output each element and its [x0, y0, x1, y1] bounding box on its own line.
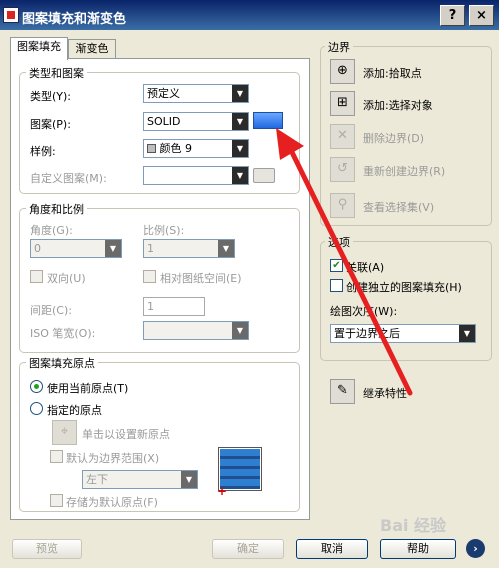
custom-pattern-browse-button[interactable] — [253, 168, 275, 183]
add-select-objects-label: 添加:选择对象 — [363, 99, 433, 112]
chevron-down-icon: ▼ — [232, 167, 248, 184]
cancel-button[interactable]: 取消 — [296, 539, 368, 559]
draw-order-select[interactable]: 置于边界之后 ▼ — [330, 324, 476, 343]
click-set-origin-label: 单击以设置新原点 — [82, 428, 170, 441]
relative-paper-label: 相对图纸空间(E) — [160, 272, 242, 285]
recreate-boundary-icon: ↺ — [337, 161, 348, 176]
chevron-down-icon: ▼ — [232, 322, 248, 339]
default-extent-label: 默认为边界范围(X) — [66, 452, 160, 465]
scale-label: 比例(S): — [143, 224, 185, 237]
angle-scale-label: 角度和比例 — [26, 201, 87, 217]
angle-select[interactable]: 0 ▼ — [30, 239, 122, 258]
options-label: 选项 — [325, 234, 353, 250]
specified-origin-label: 指定的原点 — [47, 404, 102, 417]
remove-boundary-icon: ✕ — [337, 128, 348, 143]
use-current-origin-radio[interactable] — [30, 380, 43, 393]
view-selection-button[interactable]: ⚲ — [330, 193, 355, 218]
specified-origin-radio[interactable] — [30, 402, 43, 415]
pattern-browse-button[interactable] — [253, 112, 283, 129]
tab-gradient[interactable]: 渐变色 — [68, 39, 116, 59]
pattern-label: 图案(P): — [30, 118, 71, 131]
help-title-button[interactable]: ? — [440, 5, 465, 26]
origin-preview: + — [217, 447, 262, 498]
custom-pattern-select[interactable]: ▼ — [143, 166, 249, 185]
type-select[interactable]: 预定义 ▼ — [143, 84, 249, 103]
independent-hatch-checkbox[interactable] — [330, 279, 343, 292]
magnifier-icon: ⚲ — [337, 197, 348, 212]
add-pick-points-label: 添加:拾取点 — [363, 67, 422, 80]
pattern-value: SOLID — [147, 115, 181, 128]
app-icon — [3, 7, 19, 23]
swatch-label: 样例: — [30, 145, 56, 158]
click-set-origin-button[interactable]: ⌖ — [52, 420, 77, 445]
spacing-label: 间距(C): — [30, 304, 72, 317]
title-bar: 图案填充和渐变色 ? × — [0, 0, 499, 30]
chevron-down-icon: ▼ — [232, 113, 248, 130]
swatch-select[interactable]: 颜色 9 ▼ — [143, 139, 249, 158]
ok-button[interactable]: 确定 — [212, 539, 284, 559]
chevron-down-icon: ▼ — [105, 240, 121, 257]
associative-checkbox[interactable]: ✔ — [330, 259, 343, 272]
origin-label: 图案填充原点 — [26, 355, 98, 371]
cursor-icon: ⌖ — [60, 424, 69, 439]
select-objects-icon: ⊞ — [337, 95, 348, 110]
chevron-down-icon: ▼ — [232, 140, 248, 157]
custom-pattern-label: 自定义图案(M): — [30, 172, 107, 185]
boundary-label: 边界 — [325, 39, 353, 55]
pick-point-icon: ⊕ — [337, 63, 348, 78]
draw-order-label: 绘图次序(W): — [330, 305, 398, 318]
close-button[interactable]: × — [469, 5, 494, 26]
tab-hatch[interactable]: 图案填充 — [10, 37, 68, 60]
preview-button[interactable]: 预览 — [12, 539, 82, 559]
angle-label: 角度(G): — [30, 224, 73, 237]
independent-hatch-label: 创建独立的图案填充(H) — [346, 281, 462, 294]
inherit-properties-label: 继承特性 — [363, 387, 407, 400]
color-swatch-icon — [147, 144, 156, 153]
window-title: 图案填充和渐变色 — [22, 12, 127, 27]
origin-marker-icon: + — [217, 484, 228, 498]
double-checkbox[interactable] — [30, 270, 43, 283]
double-label: 双向(U) — [47, 272, 86, 285]
scale-value: 1 — [147, 242, 154, 255]
spacing-input[interactable]: 1 — [143, 297, 205, 316]
store-default-checkbox[interactable] — [50, 494, 63, 507]
type-pattern-label: 类型和图案 — [26, 65, 87, 81]
chevron-down-icon: ▼ — [232, 85, 248, 102]
watermark-text: Bai 经验 — [380, 516, 447, 535]
chevron-down-icon: ▼ — [218, 240, 234, 257]
chevron-down-icon: ▼ — [459, 325, 475, 342]
help-button[interactable]: 帮助 — [380, 539, 456, 559]
pattern-select[interactable]: SOLID ▼ — [143, 112, 249, 131]
associative-label: 关联(A) — [346, 261, 385, 274]
extent-select[interactable]: 左下 ▼ — [82, 470, 198, 489]
chevron-down-icon: ▼ — [181, 471, 197, 488]
type-value: 预定义 — [147, 87, 180, 100]
inherit-properties-button[interactable]: ✎ — [330, 379, 355, 404]
default-extent-checkbox[interactable] — [50, 450, 63, 463]
expand-more-icon[interactable]: › — [466, 539, 485, 558]
recreate-boundary-button[interactable]: ↺ — [330, 157, 355, 182]
use-current-origin-label: 使用当前原点(T) — [47, 382, 129, 395]
remove-boundary-button[interactable]: ✕ — [330, 124, 355, 149]
add-select-objects-button[interactable]: ⊞ — [330, 91, 355, 116]
swatch-value: 颜色 9 — [159, 142, 193, 155]
iso-pen-select[interactable]: ▼ — [143, 321, 249, 340]
brick-pattern-icon — [220, 449, 260, 489]
brush-icon: ✎ — [337, 383, 348, 398]
iso-pen-label: ISO 笔宽(O): — [30, 327, 96, 340]
recreate-boundary-label: 重新创建边界(R) — [363, 165, 446, 178]
type-label: 类型(Y): — [30, 90, 72, 103]
remove-boundary-label: 删除边界(D) — [363, 132, 425, 145]
checkmark-icon: ✔ — [332, 260, 341, 271]
scale-select[interactable]: 1 ▼ — [143, 239, 235, 258]
angle-value: 0 — [34, 242, 41, 255]
add-pick-points-button[interactable]: ⊕ — [330, 59, 355, 84]
draw-order-value: 置于边界之后 — [334, 327, 400, 340]
extent-value: 左下 — [86, 473, 108, 486]
relative-paper-checkbox[interactable] — [143, 270, 156, 283]
view-selection-label: 查看选择集(V) — [363, 201, 435, 214]
store-default-label: 存储为默认原点(F) — [66, 496, 158, 509]
